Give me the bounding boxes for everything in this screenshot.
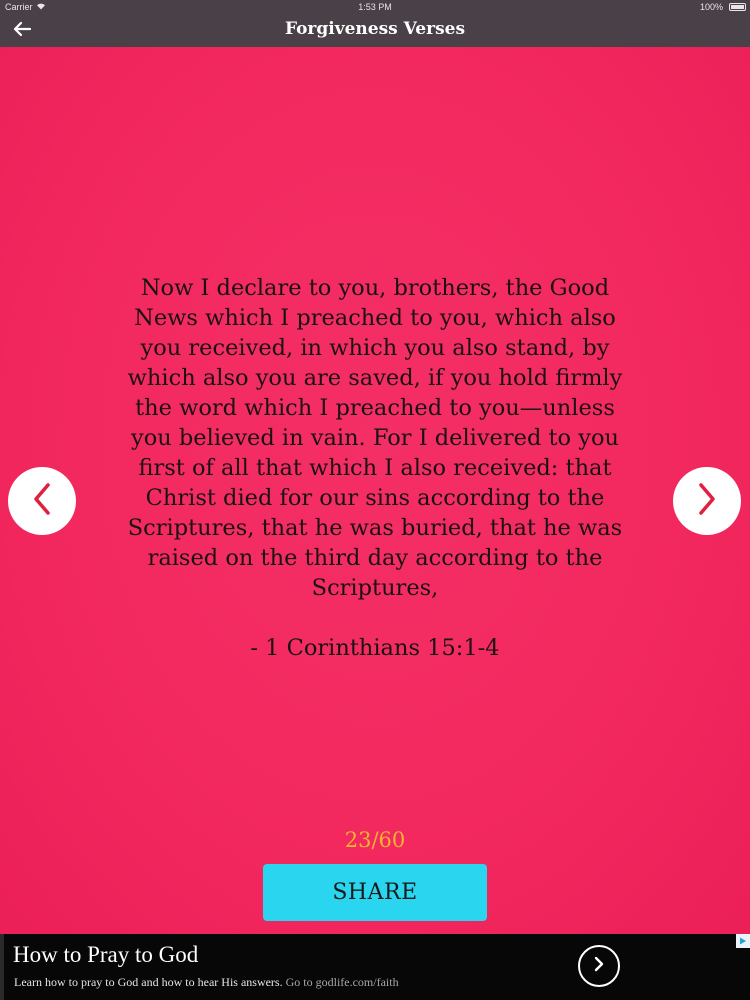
ad-open-button[interactable] [578, 945, 620, 987]
ad-border [0, 934, 4, 1000]
verse-lines: Now I declare to you, brothers, the Good… [95, 273, 655, 603]
verse-line: first of all that which I also received:… [138, 455, 612, 481]
back-button[interactable] [8, 18, 36, 44]
verse-line: Scriptures, [311, 575, 439, 601]
ad-choices-icon[interactable] [736, 934, 750, 948]
verse-content-area: Now I declare to you, brothers, the Good… [0, 47, 750, 934]
verse-line: the word which I preached to you—unless [135, 395, 615, 421]
page-title: Forgiveness Verses [284, 19, 466, 39]
ad-description: Learn how to pray to God and how to hear… [14, 975, 399, 990]
previous-verse-button[interactable] [8, 467, 76, 535]
status-time: 1:53 PM [358, 2, 392, 12]
battery-icon [729, 3, 746, 11]
share-button[interactable]: SHARE [263, 864, 487, 921]
chevron-right-icon [695, 481, 719, 522]
ad-title[interactable]: How to Pray to God [13, 942, 198, 968]
status-bar: Carrier 1:53 PM 100% [0, 0, 750, 14]
ad-banner[interactable]: How to Pray to God Learn how to pray to … [0, 934, 750, 1000]
verse-line: Now I declare to you, brothers, the Good [140, 275, 610, 301]
verse-line: Scriptures, that he was buried, that he … [127, 515, 623, 541]
nav-bar: Forgiveness Verses [0, 14, 750, 47]
arrow-left-icon [12, 21, 32, 42]
verse-line: News which I preached to you, which also [134, 305, 616, 331]
verse-line: Christ died for our sins according to th… [145, 485, 605, 511]
screen: Carrier 1:53 PM 100% Forgiveness Verses … [0, 0, 750, 1000]
verse-line: raised on the third day according to the [147, 545, 603, 571]
ad-description-text: Learn how to pray to God and how to hear… [14, 975, 283, 989]
verse-reference: - 1 Corinthians 15:1-4 [250, 635, 500, 661]
verse-line: you received, in which you also stand, b… [140, 335, 610, 361]
verse-text: Now I declare to you, brothers, the Good… [95, 273, 655, 663]
ad-link[interactable]: Go to godlife.com/faith [286, 975, 399, 989]
chevron-right-icon [592, 955, 606, 978]
next-verse-button[interactable] [673, 467, 741, 535]
verse-line: which also you are saved, if you hold fi… [127, 365, 623, 391]
status-battery-percent: 100% [699, 2, 723, 12]
verse-line: you believed in vain. For I delivered to… [131, 425, 619, 451]
verse-counter: 23/60 [344, 828, 406, 852]
chevron-left-icon [30, 481, 54, 522]
